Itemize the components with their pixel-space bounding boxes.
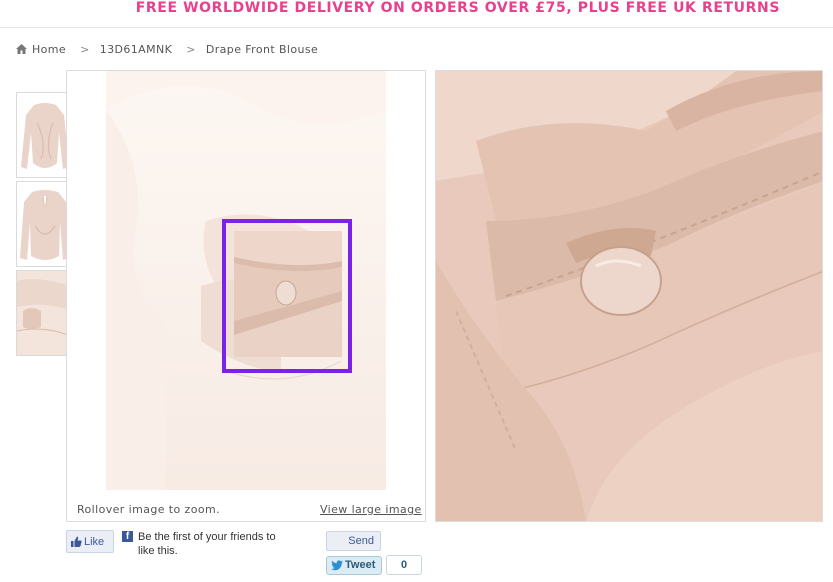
home-icon [16, 44, 27, 54]
breadcrumb: Home > 13D61AMNK > Drape Front Blouse [16, 41, 318, 57]
breadcrumb-separator: > [80, 42, 90, 56]
twitter-bird-icon [331, 560, 343, 571]
promo-banner: FREE WORLDWIDE DELIVERY ON ORDERS OVER £… [135, 0, 780, 16]
breadcrumb-home[interactable]: Home [32, 43, 66, 56]
facebook-thumb-icon [71, 536, 82, 547]
thumbnail-front-view[interactable] [16, 92, 72, 178]
rollover-hint: Rollover image to zoom. [77, 503, 220, 516]
like-label: Like [84, 535, 105, 548]
facebook-f-icon: f [122, 531, 133, 542]
tweet-button[interactable]: Tweet [326, 556, 382, 575]
facebook-like-button[interactable]: Like [66, 530, 114, 553]
tweet-label: Tweet [345, 559, 376, 571]
thumbnail-back-view[interactable] [16, 181, 72, 267]
breadcrumb-separator: > [186, 42, 196, 56]
view-large-image-link[interactable]: View large image [320, 503, 422, 516]
zoomed-product-image [435, 70, 823, 522]
zoom-lens[interactable] [222, 219, 352, 373]
header-divider [0, 27, 833, 28]
like-prompt: Be the first of your friends to like thi… [138, 531, 276, 557]
tweet-count: 0 [386, 555, 422, 575]
thumbnail-sleeve-detail[interactable] [16, 270, 72, 356]
breadcrumb-category[interactable]: 13D61AMNK [100, 43, 173, 56]
breadcrumb-current: Drape Front Blouse [205, 42, 319, 56]
facebook-send-button[interactable]: Send [326, 531, 381, 551]
